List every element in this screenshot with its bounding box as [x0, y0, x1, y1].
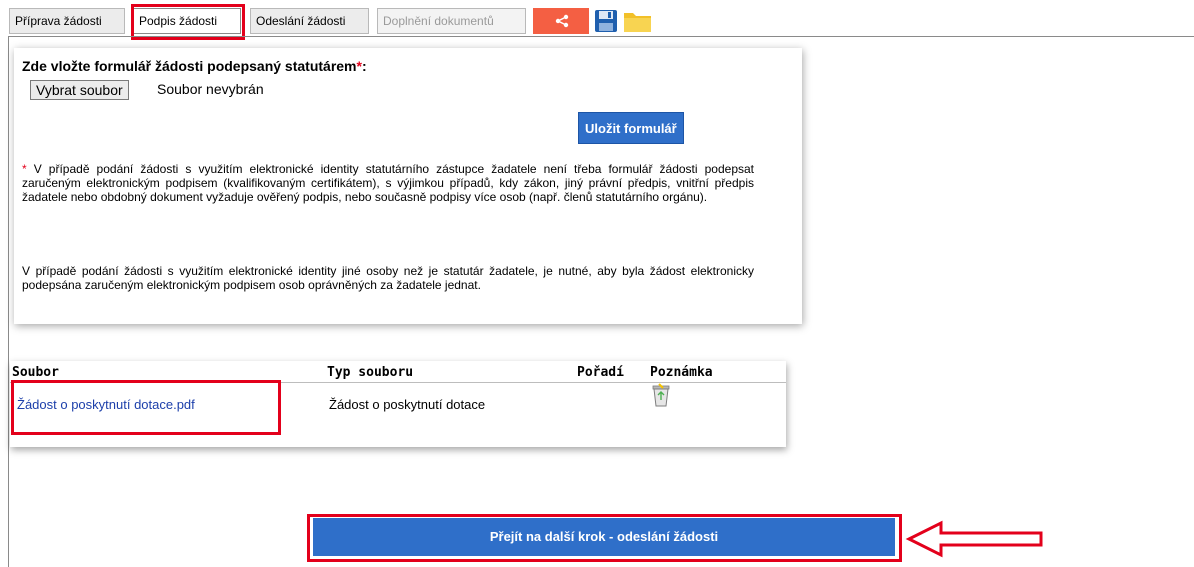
form-title: Zde vložte formulář žádosti podepsaný st…: [22, 58, 367, 74]
save-icon[interactable]: [594, 9, 618, 33]
choose-file-button[interactable]: Vybrat soubor: [30, 80, 129, 100]
column-header-file-type: Typ souboru: [327, 365, 414, 380]
column-header-note: Poznámka: [650, 365, 713, 380]
share-icon: [555, 14, 569, 28]
tab-odeslani-zadosti[interactable]: Odeslání žádosti: [250, 8, 369, 34]
file-type-cell: Žádost o poskytnutí dotace: [329, 397, 486, 412]
signed-form-panel: Zde vložte formulář žádosti podepsaný st…: [14, 48, 802, 324]
note-statutory-identity: * V případě podání žádosti s využitím el…: [22, 162, 754, 204]
column-header-order: Pořadí: [577, 365, 624, 380]
tab-podpis-zadosti[interactable]: Podpis žádosti: [133, 8, 241, 34]
next-step-button[interactable]: Přejít na další krok - odeslání žádosti: [313, 518, 895, 556]
content-frame-left-border: [8, 36, 9, 567]
tab-priprava-zadosti[interactable]: Příprava žádosti: [9, 8, 125, 34]
pointer-arrow-icon: [905, 520, 1043, 558]
save-form-button[interactable]: Uložit formulář: [578, 112, 684, 144]
file-link[interactable]: Žádost o poskytnutí dotace.pdf: [17, 397, 195, 412]
tab-doplneni-dokumentu: Doplnění dokumentů: [377, 8, 526, 34]
file-status-text: Soubor nevybrán: [157, 81, 264, 97]
recycle-bin-icon[interactable]: [651, 383, 671, 407]
share-button[interactable]: [533, 8, 589, 34]
content-frame-top-border: [8, 36, 1194, 37]
files-table: Soubor Typ souboru Pořadí Poznámka Žádos…: [10, 361, 786, 447]
column-header-file: Soubor: [12, 365, 59, 380]
folder-icon[interactable]: [623, 9, 653, 33]
note-other-person-identity: V případě podání žádosti s využitím elek…: [22, 264, 754, 292]
